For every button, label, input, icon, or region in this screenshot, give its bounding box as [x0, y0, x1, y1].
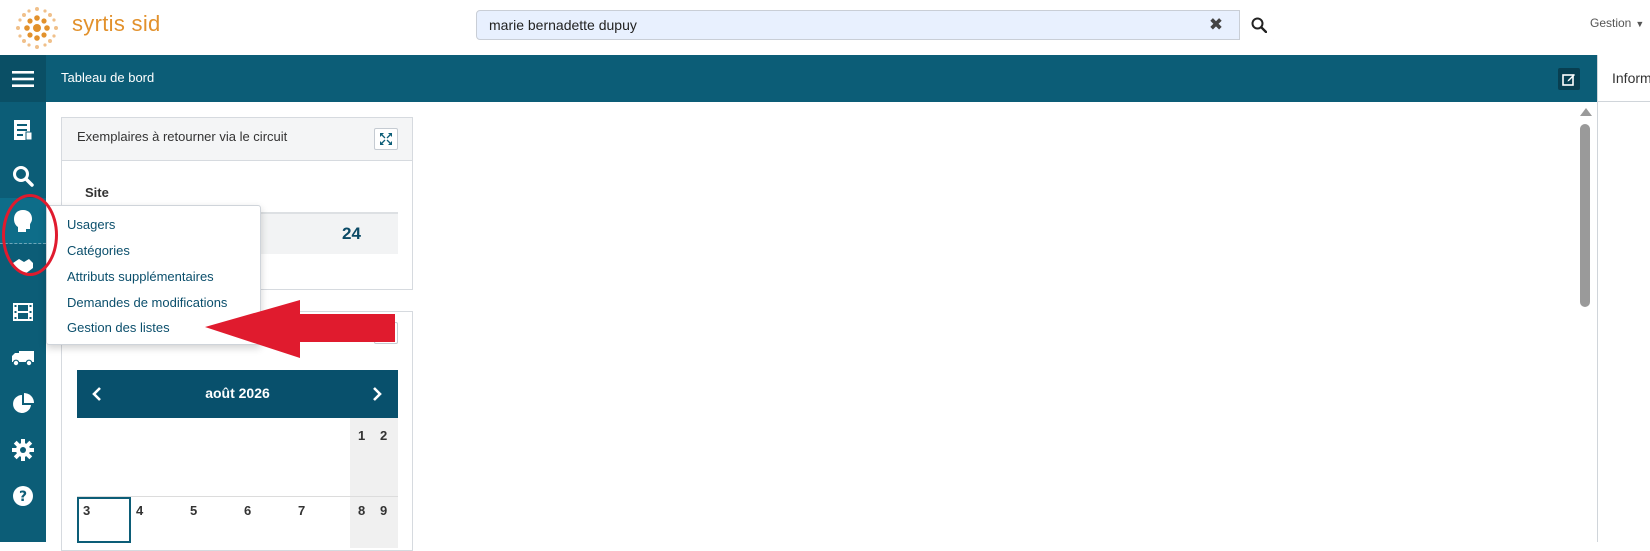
menu-item-categories[interactable]: Catégories: [67, 243, 130, 258]
return-count: 24: [342, 224, 361, 243]
user-menu-label: Gestion: [1590, 16, 1632, 30]
calendar-day[interactable]: 2: [380, 428, 387, 443]
chevron-right-icon: [373, 387, 382, 401]
sidebar: ?: [0, 102, 46, 542]
gear-icon: [12, 439, 34, 461]
calendar-month-label: août 2026: [205, 385, 270, 401]
top-bar: syrtis sid ✖ Gestion▼: [0, 0, 1650, 55]
divider: [1598, 101, 1650, 102]
caret-down-icon: ▼: [1635, 19, 1645, 29]
calendar-day[interactable]: 6: [244, 503, 251, 518]
expand-widget-button[interactable]: [374, 128, 398, 150]
calendar-next-button[interactable]: [367, 384, 387, 404]
film-icon: [13, 303, 33, 321]
sidebar-item-settings[interactable]: [0, 428, 46, 472]
scrollbar-thumb[interactable]: [1580, 124, 1590, 307]
expand-icon: [380, 133, 392, 145]
sidebar-item-catalogue[interactable]: [0, 108, 46, 152]
calendar-day[interactable]: 1: [358, 428, 365, 443]
page-title: Tableau de bord: [61, 70, 155, 85]
sidebar-item-media[interactable]: [0, 290, 46, 334]
vertical-scrollbar[interactable]: [1574, 102, 1597, 542]
sidebar-item-transport[interactable]: [0, 336, 46, 380]
edit-icon: [1562, 74, 1575, 86]
menu-item-usagers[interactable]: Usagers: [67, 217, 115, 232]
info-panel: Inform: [1597, 55, 1650, 542]
menu-item-gestion-listes[interactable]: Gestion des listes: [67, 320, 170, 335]
search-icon: [1251, 17, 1267, 33]
sidebar-item-help[interactable]: ?: [0, 474, 46, 518]
edit-dashboard-button[interactable]: [1558, 68, 1580, 90]
hamburger-menu-button[interactable]: [0, 55, 46, 102]
calendar-day[interactable]: 4: [136, 503, 143, 518]
calendar-day[interactable]: 7: [298, 503, 305, 518]
menu-item-demandes[interactable]: Demandes de modifications: [67, 295, 227, 310]
user-menu[interactable]: Gestion ▼: [1590, 16, 1644, 30]
widget-returns-header: Exemplaires à retourner via le circuit: [62, 118, 412, 161]
calendar-header: août 2026: [77, 370, 398, 418]
logo-icon: [12, 3, 62, 53]
annotation-arrow-icon: [205, 300, 395, 358]
info-panel-title: Inform: [1612, 70, 1650, 86]
column-header-site: Site: [85, 185, 109, 200]
document-icon: [14, 120, 33, 141]
menu-item-attributs[interactable]: Attributs supplémentaires: [67, 269, 214, 284]
calendar-day[interactable]: 8: [358, 503, 365, 518]
search-button[interactable]: [1239, 10, 1277, 40]
search-icon: [13, 166, 34, 187]
calendar-day[interactable]: 9: [380, 503, 387, 518]
global-search: ✖: [476, 10, 1277, 40]
hamburger-icon: [12, 70, 34, 87]
truck-icon: [12, 351, 34, 367]
header-band: [0, 55, 1597, 102]
calendar-day[interactable]: 5: [190, 503, 197, 518]
annotation-circle: [2, 194, 58, 276]
scroll-up-icon[interactable]: [1580, 108, 1592, 116]
search-input[interactable]: [477, 11, 1222, 39]
calendar-day[interactable]: 3: [83, 503, 90, 518]
brand-name: syrtis sid: [72, 11, 161, 36]
sidebar-item-stats[interactable]: [0, 382, 46, 426]
pie-chart-icon: [13, 393, 34, 413]
svg-text:?: ?: [19, 489, 27, 505]
clear-icon[interactable]: ✖: [1207, 16, 1225, 34]
help-icon: ?: [13, 486, 33, 506]
widget-returns-title: Exemplaires à retourner via le circuit: [77, 129, 288, 144]
sidebar-item-search[interactable]: [0, 154, 46, 198]
